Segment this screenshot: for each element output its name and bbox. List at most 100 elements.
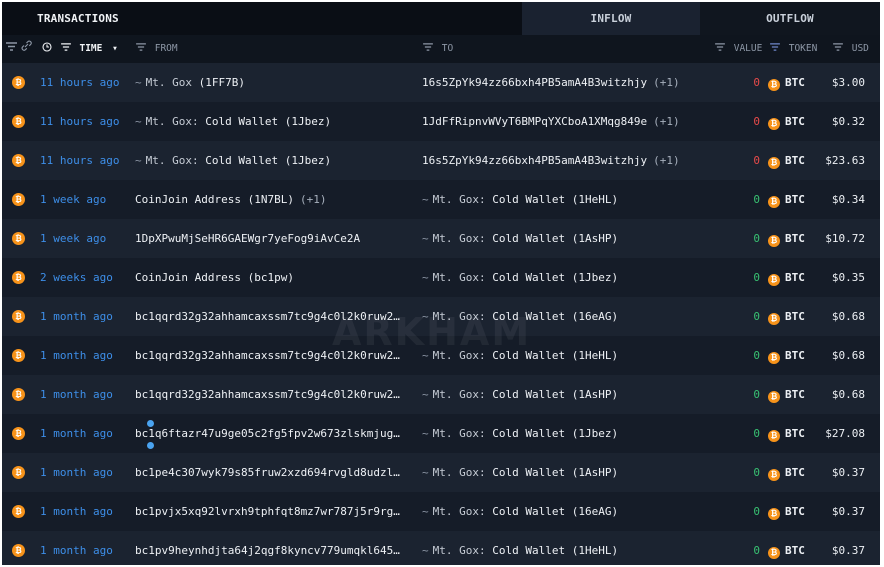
entity-name-link[interactable]: Mt. Gox:: [433, 349, 486, 362]
address-link[interactable]: Cold Wallet (1Jbez): [205, 154, 331, 167]
address-link[interactable]: Cold Wallet (1Jbez): [205, 115, 331, 128]
time-link[interactable]: 1 month ago: [40, 531, 113, 565]
time-link[interactable]: 1 month ago: [40, 336, 113, 375]
address-link[interactable]: Cold Wallet (1AsHP): [492, 232, 618, 245]
token-cell[interactable]: ₿ BTC: [768, 63, 805, 102]
tab-transactions[interactable]: TRANSACTIONS: [2, 2, 522, 35]
table-row[interactable]: ₿ 11 hours ago ~ Mt. Gox: Cold Wallet (1Jbe…: [2, 102, 880, 141]
time-link[interactable]: 1 month ago: [40, 375, 113, 414]
token-cell[interactable]: ₿ BTC: [768, 414, 805, 453]
address-link[interactable]: bc1qqrd32g32ahhamcaxssm7tc9g4c0l2k0ruw2…: [135, 388, 400, 401]
address-link[interactable]: Cold Wallet (1HeHL): [492, 349, 618, 362]
tab-outflow[interactable]: OUTFLOW: [700, 2, 880, 35]
to-column-header[interactable]: TO: [423, 35, 453, 63]
address-link[interactable]: Cold Wallet (1HeHL): [492, 544, 618, 557]
address-link[interactable]: 16s5ZpYk94zz66bxh4PB5amA4B3witzhjy: [422, 154, 647, 167]
address-link[interactable]: Cold Wallet (1HeHL): [492, 193, 618, 206]
value-amount: 0: [753, 349, 760, 362]
token-cell[interactable]: ₿ BTC: [768, 102, 805, 141]
address-link[interactable]: bc1pe4c307wyk79s85fruw2xzd694rvgld8udzl…: [135, 466, 400, 479]
address-link[interactable]: Cold Wallet (1AsHP): [492, 466, 618, 479]
token-cell[interactable]: ₿ BTC: [768, 180, 805, 219]
table-row[interactable]: ₿ 11 hours ago ~ Mt. Gox (1FF7B) 16s5ZpYk94z…: [2, 63, 880, 102]
table-row[interactable]: ₿ 1 month ago bc1qqrd32g32ahhamcaxssm7tc9g…: [2, 336, 880, 375]
table-row[interactable]: ₿ 1 month ago bc1pvjx5xq92lvrxh9tphfqt8mz7…: [2, 492, 880, 531]
to-address: ~ Mt. Gox: Cold Wallet (1AsHP): [422, 453, 722, 492]
table-row[interactable]: ₿ 1 week ago CoinJoin Address (1N7BL) (+1) ~…: [2, 180, 880, 219]
entity-name-link[interactable]: Mt. Gox:: [433, 505, 486, 518]
token-cell[interactable]: ₿ BTC: [768, 492, 805, 531]
table-row[interactable]: ₿ 1 week ago 1DpXPwuMjSeHR6GAEWgr7yeFog9iA…: [2, 219, 880, 258]
more-addresses-badge[interactable]: (+1): [300, 193, 327, 206]
address-link[interactable]: CoinJoin Address (bc1pw): [135, 271, 294, 284]
table-row[interactable]: ₿ 1 month ago bc1qqrd32g32ahhamcaxssm7tc9g…: [2, 297, 880, 336]
address-link[interactable]: Cold Wallet (1Jbez): [492, 271, 618, 284]
address-link[interactable]: bc1qqrd32g32ahhamcaxssm7tc9g4c0l2k0ruw2…: [135, 349, 400, 362]
time-link[interactable]: 1 month ago: [40, 414, 113, 453]
token-cell[interactable]: ₿ BTC: [768, 219, 805, 258]
time-link[interactable]: 11 hours ago: [40, 141, 119, 180]
address-link[interactable]: Cold Wallet (16eAG): [492, 310, 618, 323]
table-row[interactable]: ₿ 1 month ago bc1q6ftazr47u9ge05c2fg5fpv2w…: [2, 414, 880, 453]
from-column-header[interactable]: FROM: [136, 35, 178, 63]
more-addresses-badge[interactable]: (+1): [653, 115, 680, 128]
address-link[interactable]: Cold Wallet (1Jbez): [492, 427, 618, 440]
entity-name-link[interactable]: Mt. Gox:: [433, 544, 486, 557]
entity-name-link[interactable]: Mt. Gox:: [146, 154, 199, 167]
entity-name-link[interactable]: Mt. Gox:: [433, 271, 486, 284]
time-link[interactable]: 1 month ago: [40, 492, 113, 531]
address-link[interactable]: CoinJoin Address (1N7BL): [135, 193, 294, 206]
token-column-header[interactable]: TOKEN: [770, 35, 817, 63]
filter-icon[interactable]: [6, 35, 17, 63]
time-link[interactable]: 1 month ago: [40, 297, 113, 336]
more-addresses-badge[interactable]: (+1): [653, 76, 680, 89]
entity-name-link[interactable]: Mt. Gox:: [433, 310, 486, 323]
address-link[interactable]: (1FF7B): [199, 76, 245, 89]
entity-name-link[interactable]: Mt. Gox:: [433, 232, 486, 245]
table-row[interactable]: ₿ 1 month ago bc1qqrd32g32ahhamcaxssm7tc9g…: [2, 375, 880, 414]
entity-tilde-icon: ~: [422, 271, 429, 284]
table-row[interactable]: ₿ 11 hours ago ~ Mt. Gox: Cold Wallet (1Jbe…: [2, 141, 880, 180]
time-link[interactable]: 1 week ago: [40, 180, 106, 219]
entity-name-link[interactable]: Mt. Gox:: [433, 466, 486, 479]
time-link[interactable]: 11 hours ago: [40, 63, 119, 102]
address-link[interactable]: bc1pvjx5xq92lvrxh9tphfqt8mz7wr787j5r9rg…: [135, 505, 400, 518]
token-cell[interactable]: ₿ BTC: [768, 375, 805, 414]
time-link[interactable]: 11 hours ago: [40, 102, 119, 141]
entity-name-link[interactable]: Mt. Gox: [146, 76, 192, 89]
usd-column-header[interactable]: USD: [833, 35, 869, 63]
table-row[interactable]: ₿ 1 month ago bc1pe4c307wyk79s85fruw2xzd69…: [2, 453, 880, 492]
time-column-header[interactable]: TIME ▾: [42, 35, 118, 63]
entity-name-link[interactable]: Mt. Gox:: [433, 388, 486, 401]
more-addresses-badge[interactable]: (+1): [653, 154, 680, 167]
address-link[interactable]: 1JdFfRipnvWVyT6BMPqYXCboA1XMqg849e: [422, 115, 647, 128]
token-cell[interactable]: ₿ BTC: [768, 453, 805, 492]
filter-icon: [423, 43, 436, 54]
entity-tilde-icon: ~: [135, 154, 142, 167]
token-cell[interactable]: ₿ BTC: [768, 258, 805, 297]
table-row[interactable]: ₿ 2 weeks ago CoinJoin Address (bc1pw) ~ Mt.…: [2, 258, 880, 297]
time-link[interactable]: 1 week ago: [40, 219, 106, 258]
address-link[interactable]: 1DpXPwuMjSeHR6GAEWgr7yeFog9iAvCe2A: [135, 232, 360, 245]
entity-name-link[interactable]: Mt. Gox:: [433, 427, 486, 440]
address-link[interactable]: Cold Wallet (16eAG): [492, 505, 618, 518]
address-link[interactable]: bc1pv9heynhdjta64j2qgf8kyncv779umqkl645…: [135, 544, 400, 557]
address-link[interactable]: Cold Wallet (1AsHP): [492, 388, 618, 401]
bitcoin-icon: ₿: [768, 235, 780, 247]
address-link[interactable]: bc1q6ftazr47u9ge05c2fg5fpv2w673zlskmjug…: [135, 427, 400, 440]
token-cell[interactable]: ₿ BTC: [768, 531, 805, 565]
value-column-header[interactable]: VALUE: [715, 35, 762, 63]
tab-outflow-label: OUTFLOW: [766, 12, 814, 25]
link-icon[interactable]: [21, 35, 32, 63]
address-link[interactable]: 16s5ZpYk94zz66bxh4PB5amA4B3witzhjy: [422, 76, 647, 89]
table-row[interactable]: ₿ 1 month ago bc1pv9heynhdjta64j2qgf8kyncv…: [2, 531, 880, 565]
address-link[interactable]: bc1qqrd32g32ahhamcaxssm7tc9g4c0l2k0ruw2…: [135, 310, 400, 323]
tab-inflow[interactable]: INFLOW: [522, 2, 700, 35]
token-cell[interactable]: ₿ BTC: [768, 297, 805, 336]
time-link[interactable]: 1 month ago: [40, 453, 113, 492]
token-cell[interactable]: ₿ BTC: [768, 336, 805, 375]
entity-name-link[interactable]: Mt. Gox:: [146, 115, 199, 128]
time-link[interactable]: 2 weeks ago: [40, 258, 113, 297]
token-cell[interactable]: ₿ BTC: [768, 141, 805, 180]
entity-name-link[interactable]: Mt. Gox:: [433, 193, 486, 206]
